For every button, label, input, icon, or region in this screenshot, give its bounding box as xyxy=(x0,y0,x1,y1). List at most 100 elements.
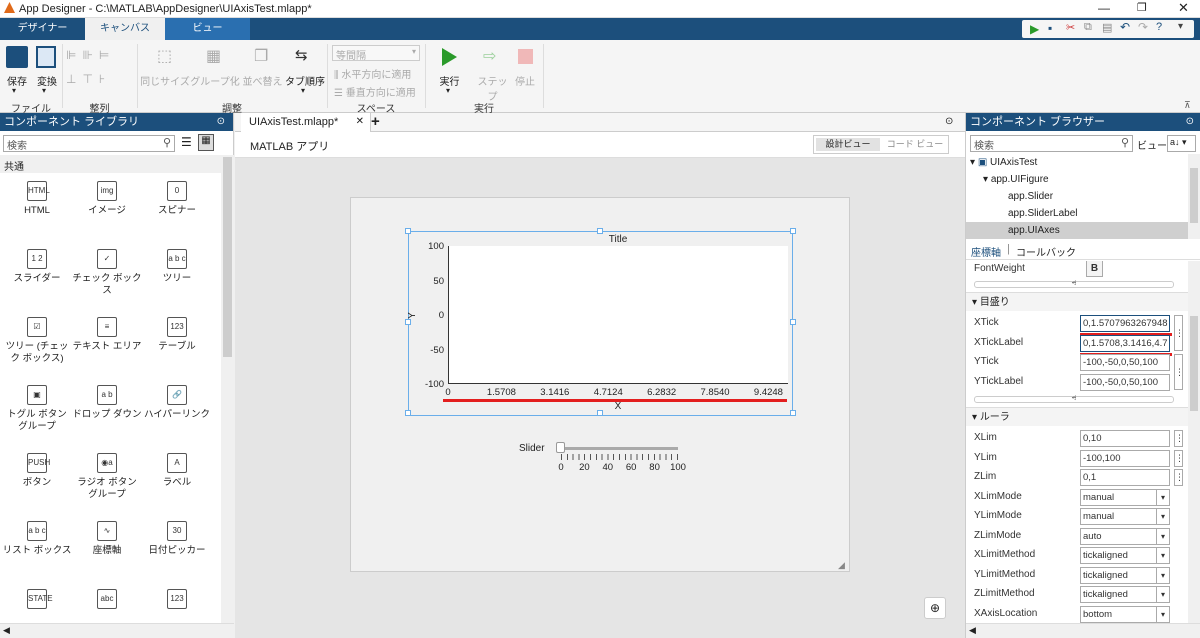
prop-value-dropdown[interactable]: tickaligned ▾ xyxy=(1080,586,1170,603)
chevron-down-icon[interactable]: ▾ xyxy=(1156,489,1169,505)
stop-button[interactable]: 停止 xyxy=(510,73,540,88)
spacing-dropdown[interactable]: 等間隔 ▾ xyxy=(332,45,420,62)
expand-more-icon[interactable]: ⩤ xyxy=(974,396,1174,403)
redo-icon[interactable]: ↷ xyxy=(1138,20,1148,34)
zoom-icon[interactable]: ⊕ xyxy=(924,597,946,619)
canvas-options-icon[interactable]: ⊙ xyxy=(945,116,953,127)
component-item[interactable]: 1 2 スライダー xyxy=(2,249,72,285)
resize-handle[interactable] xyxy=(790,319,796,325)
prop-value-input[interactable]: 0,1 xyxy=(1080,469,1170,486)
tree-item-sliderlabel[interactable]: app.SliderLabel xyxy=(1008,205,1078,222)
search-icon[interactable]: ⚲ xyxy=(1121,136,1129,149)
prop-value-input[interactable]: 0,1.5707963267948 xyxy=(1080,315,1170,332)
close-tab-icon[interactable]: ✕ xyxy=(356,116,364,127)
align-icons-row1[interactable]: ⊫⊪⊨ xyxy=(66,48,115,62)
component-item[interactable]: 123 テーブル xyxy=(142,317,212,353)
component-item[interactable]: ∿ 座標軸 xyxy=(72,521,142,557)
prop-value-dropdown[interactable]: tickaligned ▾ xyxy=(1080,547,1170,564)
resize-handle[interactable] xyxy=(790,228,796,234)
step-button[interactable]: ステップ xyxy=(475,73,510,103)
tab-designer[interactable]: デザイナー xyxy=(0,18,85,40)
tree-item-uiaxes[interactable]: app.UIAxes xyxy=(966,222,1188,239)
component-item[interactable]: 123 xyxy=(142,589,212,613)
same-size-button[interactable]: 同じサイズ xyxy=(140,73,190,88)
panel-options-icon[interactable]: ⊙ xyxy=(217,113,225,131)
library-scrollbar[interactable] xyxy=(221,155,234,625)
more-options-icon[interactable]: ⋮ xyxy=(1174,469,1184,486)
align-icons-row2[interactable]: ⊥⊤⊦ xyxy=(66,72,111,86)
component-item[interactable]: PUSH ボタン xyxy=(2,453,72,489)
prop-value-dropdown[interactable]: auto ▾ xyxy=(1080,527,1170,545)
design-view-button[interactable]: 設計ビュー xyxy=(816,138,880,151)
same-size-icon[interactable]: ⬚ xyxy=(157,46,172,66)
grid-view-icon[interactable]: ▦ xyxy=(198,134,214,151)
copy-icon[interactable]: ⧉ xyxy=(1084,21,1092,34)
chevron-down-icon[interactable]: ▾ xyxy=(1156,587,1169,602)
prop-value-input[interactable]: 0,1.5708,3.1416,4.7 xyxy=(1080,334,1170,352)
ui-figure[interactable]: Title Y 100 50 0 -50 -100 0 1.5708 3.1416 4.712… xyxy=(350,197,850,572)
save-button[interactable]: 保存 xyxy=(2,73,32,88)
maximize-icon[interactable]: ❐ xyxy=(1137,1,1147,14)
resize-handle[interactable] xyxy=(405,228,411,234)
prop-value-dropdown[interactable]: bottom ▾ xyxy=(1080,605,1170,623)
group-icon[interactable]: ▦ xyxy=(206,46,221,66)
component-item[interactable]: a b c ツリー xyxy=(142,249,212,285)
save-icon[interactable]: ▪ xyxy=(1048,21,1052,35)
convert-icon[interactable] xyxy=(36,46,56,68)
chevron-down-icon[interactable]: ▾ xyxy=(1156,509,1169,524)
reorder-button[interactable]: 並べ替え xyxy=(240,73,285,88)
component-item[interactable]: ✓ チェック ボックス xyxy=(72,249,142,297)
collapse-ribbon-icon[interactable]: ⊼ xyxy=(1184,100,1191,111)
inspector-hscrollbar[interactable]: ◀ xyxy=(966,623,1200,638)
undo-icon[interactable]: ↶ xyxy=(1120,20,1130,34)
prop-value-input[interactable]: -100,-50,0,50,100 xyxy=(1080,373,1170,391)
view-dropdown[interactable]: a↓ ▾ xyxy=(1167,135,1196,152)
convert-button[interactable]: 変換 xyxy=(32,73,62,88)
tab-view[interactable]: ビュー xyxy=(165,18,250,40)
resize-handle[interactable] xyxy=(405,319,411,325)
component-item[interactable]: ≡ テキスト エリア xyxy=(72,317,142,353)
horizontal-spacing-button[interactable]: ⫼ 水平方向に適用 xyxy=(334,66,411,81)
component-item[interactable]: img イメージ xyxy=(72,181,142,217)
prop-value-dropdown[interactable]: tickaligned ▾ xyxy=(1080,566,1170,584)
resize-grip-icon[interactable]: ◢ xyxy=(838,560,845,571)
component-item[interactable]: a b c リスト ボックス xyxy=(2,521,72,557)
tree-item-slider[interactable]: app.Slider xyxy=(1008,188,1053,205)
paste-icon[interactable]: ▤ xyxy=(1102,21,1112,34)
ruler-section-header[interactable]: ▾ ルーラ xyxy=(966,407,1188,426)
slider-thumb[interactable] xyxy=(556,442,565,453)
slider-track[interactable] xyxy=(561,447,678,450)
help-icon[interactable]: ? xyxy=(1156,21,1162,33)
prop-value-input[interactable]: -100,-50,0,50,100 xyxy=(1080,354,1170,371)
document-tab[interactable]: UIAxisTest.mlapp* ✕ xyxy=(241,113,371,132)
chevron-down-icon[interactable]: ▾ xyxy=(1156,548,1169,563)
component-item[interactable]: ◉a ラジオ ボタン グループ xyxy=(72,453,142,501)
tab-order-icon[interactable]: ⇆ xyxy=(295,46,308,64)
cut-icon[interactable]: ✂ xyxy=(1066,21,1075,34)
prop-value-input[interactable]: -100,100 xyxy=(1080,449,1170,467)
close-icon[interactable]: ✕ xyxy=(1178,0,1189,16)
bold-toggle[interactable]: B xyxy=(1086,261,1103,277)
chevron-down-icon[interactable]: ▾ xyxy=(1156,528,1169,544)
library-hscrollbar[interactable]: ◀ xyxy=(0,623,234,638)
chevron-down-icon[interactable]: ▾ xyxy=(1156,606,1169,622)
browser-search-input[interactable]: 検索 ⚲ xyxy=(970,135,1133,152)
minimize-icon[interactable]: — xyxy=(1098,1,1110,15)
component-item[interactable]: 🔗 ハイパーリンク xyxy=(142,385,212,421)
prop-value-input[interactable]: 0,10 xyxy=(1080,430,1170,447)
tree-item-app[interactable]: ▾ ▣ UIAxisTest xyxy=(970,154,1037,171)
tree-item-uifigure[interactable]: ▾ app.UIFigure xyxy=(983,171,1049,188)
tab-canvas[interactable]: キャンバス xyxy=(85,18,165,40)
tab-properties[interactable]: 座標軸 xyxy=(971,244,1001,259)
component-item[interactable]: ▣ トグル ボタン グループ xyxy=(2,385,72,433)
ticks-section-header[interactable]: ▾ 目盛り xyxy=(966,292,1188,311)
more-options-icon[interactable]: ⋮ xyxy=(1174,430,1184,447)
panel-options-icon[interactable]: ⊙ xyxy=(1186,113,1194,131)
component-search-input[interactable]: 検索 ⚲ xyxy=(3,135,175,152)
tree-scrollbar[interactable] xyxy=(1188,154,1200,239)
resize-handle[interactable] xyxy=(405,410,411,416)
group-button[interactable]: グループ化 xyxy=(190,73,240,88)
tab-callbacks[interactable]: コールバック xyxy=(1016,244,1076,259)
more-options-icon[interactable]: ⋮ xyxy=(1174,449,1184,467)
save-disk-icon[interactable] xyxy=(6,46,28,68)
